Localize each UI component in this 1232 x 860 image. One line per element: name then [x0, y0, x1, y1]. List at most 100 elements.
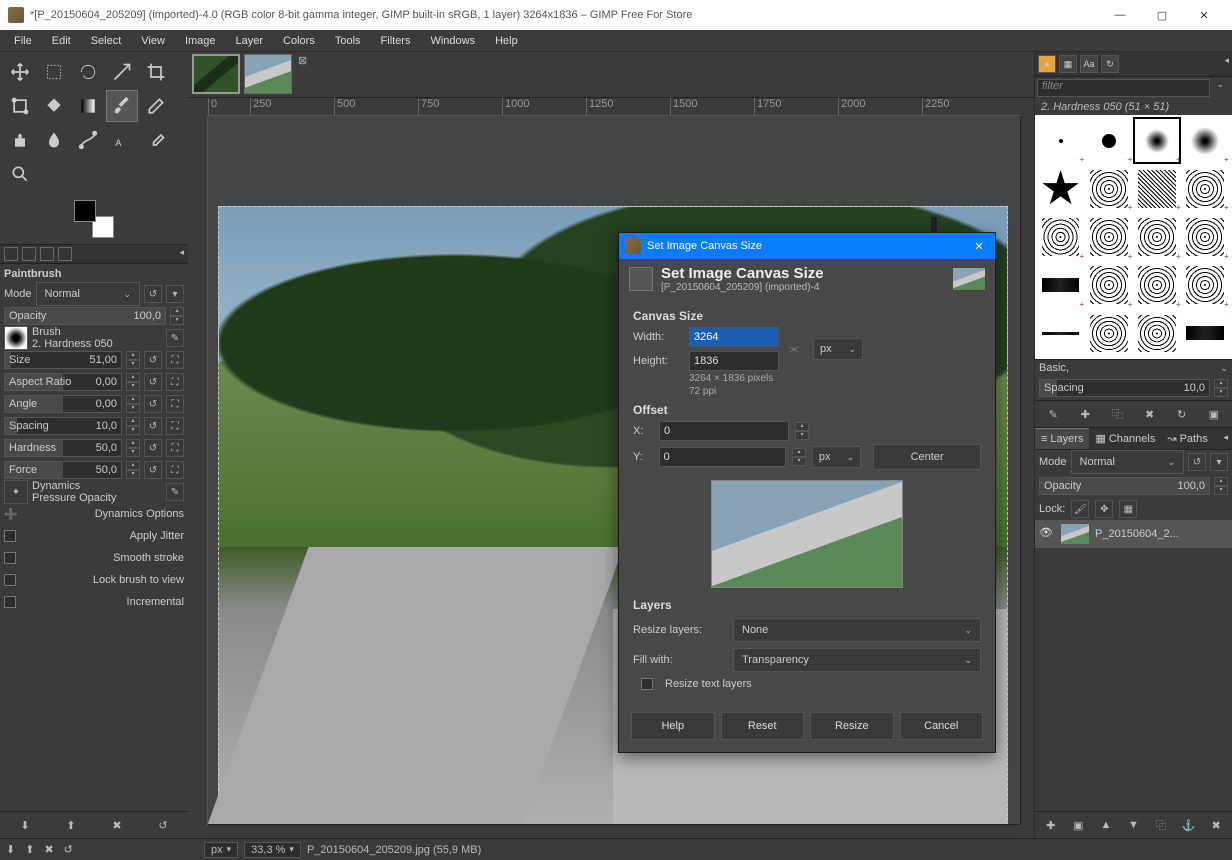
- hardness-reset-icon[interactable]: ↺: [144, 439, 162, 457]
- lock-position-icon[interactable]: ✥: [1095, 500, 1113, 518]
- move-tool[interactable]: [4, 56, 36, 88]
- y-input[interactable]: 0: [659, 447, 787, 467]
- lock-pixels-icon[interactable]: 🖌: [1071, 500, 1089, 518]
- images-tab-icon[interactable]: [58, 247, 72, 261]
- size-reset-icon[interactable]: ↺: [144, 351, 162, 369]
- brush-item[interactable]: +: [1182, 262, 1229, 309]
- new-brush-icon[interactable]: ✚: [1076, 405, 1094, 423]
- free-select-tool[interactable]: [72, 56, 104, 88]
- brush-item[interactable]: +: [1133, 262, 1180, 309]
- angle-link-icon[interactable]: ⛶: [166, 395, 184, 413]
- refresh-brush-icon[interactable]: ↻: [1173, 405, 1191, 423]
- brush-item[interactable]: +: [1037, 117, 1084, 164]
- brush-item[interactable]: +: [1182, 165, 1229, 212]
- layer-opacity-spinner[interactable]: ▴▾: [1214, 477, 1228, 495]
- brush-spacing-slider[interactable]: Spacing10,0: [1039, 379, 1210, 397]
- layer-mode-reset-icon[interactable]: ↺: [1188, 453, 1206, 471]
- paths-tab[interactable]: ↝Paths: [1161, 428, 1213, 449]
- crop-tool[interactable]: [140, 56, 172, 88]
- smudge-tool[interactable]: [38, 124, 70, 156]
- menu-select[interactable]: Select: [81, 32, 132, 50]
- fonts-tab-icon[interactable]: Aa: [1080, 55, 1098, 73]
- aspect-reset-icon[interactable]: ↺: [144, 373, 162, 391]
- save-opts-icon[interactable]: ⬇: [16, 816, 34, 834]
- width-input[interactable]: 3264: [689, 327, 779, 347]
- close-button[interactable]: ✕: [1184, 1, 1224, 29]
- brush-preset-label[interactable]: Basic,: [1039, 362, 1069, 374]
- patterns-tab-icon[interactable]: ▦: [1059, 55, 1077, 73]
- offset-unit-select[interactable]: px⌄: [812, 446, 861, 468]
- angle-spinner[interactable]: ▴▾: [126, 395, 140, 413]
- menu-layer[interactable]: Layer: [226, 32, 274, 50]
- x-input[interactable]: 0: [659, 421, 789, 441]
- aspect-spinner[interactable]: ▴▾: [126, 373, 140, 391]
- force-link-icon[interactable]: ⛶: [166, 461, 184, 479]
- layers-tab[interactable]: ≡Layers: [1035, 428, 1089, 449]
- size-slider[interactable]: Size51,00: [4, 351, 122, 369]
- lock-alpha-icon[interactable]: ▦: [1119, 500, 1137, 518]
- close-tab-icon[interactable]: ⊠: [298, 54, 307, 67]
- transform-tool[interactable]: [4, 90, 36, 122]
- edit-brush-icon[interactable]: ✎: [1044, 405, 1062, 423]
- menu-edit[interactable]: Edit: [42, 32, 81, 50]
- force-spinner[interactable]: ▴▾: [126, 461, 140, 479]
- menu-view[interactable]: View: [131, 32, 175, 50]
- brush-item[interactable]: +: [1133, 165, 1180, 212]
- status-reset-icon[interactable]: ↺: [64, 843, 73, 856]
- brush-item[interactable]: +: [1085, 213, 1132, 260]
- rect-select-tool[interactable]: [38, 56, 70, 88]
- menu-image[interactable]: Image: [175, 32, 226, 50]
- size-unit-select[interactable]: px⌄: [813, 338, 863, 360]
- menu-tools[interactable]: Tools: [325, 32, 371, 50]
- brushes-dock-menu-icon[interactable]: ◂: [1224, 55, 1229, 73]
- color-swatch[interactable]: [74, 200, 114, 238]
- incremental-checkbox[interactable]: [4, 596, 16, 608]
- layer-thumbnail[interactable]: [1061, 524, 1089, 544]
- device-tab-icon[interactable]: [22, 247, 36, 261]
- force-reset-icon[interactable]: ↺: [144, 461, 162, 479]
- hardness-link-icon[interactable]: ⛶: [166, 439, 184, 457]
- size-link-icon[interactable]: ⛶: [166, 351, 184, 369]
- brush-item[interactable]: +: [1133, 213, 1180, 260]
- menu-file[interactable]: File: [4, 32, 42, 50]
- delete-layer-icon[interactable]: ✖: [1207, 816, 1225, 834]
- aspect-slider[interactable]: Aspect Ratio0,00: [4, 373, 122, 391]
- dynamics-edit-icon[interactable]: ✎: [166, 483, 184, 501]
- scrollbar-horizontal[interactable]: [208, 824, 1020, 838]
- measure-tool[interactable]: [106, 56, 138, 88]
- resize-button[interactable]: Resize: [810, 712, 894, 740]
- expand-icon[interactable]: ➕: [4, 508, 18, 521]
- mode-menu-icon[interactable]: ▾: [166, 285, 184, 303]
- delete-opts-icon[interactable]: ✖: [108, 816, 126, 834]
- offset-preview[interactable]: [711, 480, 903, 588]
- brush-item[interactable]: [1182, 310, 1229, 357]
- fg-color[interactable]: [74, 200, 96, 222]
- bucket-fill-tool[interactable]: [38, 90, 70, 122]
- fill-with-select[interactable]: Transparency⌄: [733, 648, 981, 672]
- hardness-slider[interactable]: Hardness50,0: [4, 439, 122, 457]
- zoom-tool[interactable]: [4, 158, 36, 190]
- dup-layer-icon[interactable]: ⿻: [1152, 816, 1170, 834]
- minimize-button[interactable]: —: [1100, 1, 1140, 29]
- color-picker-tool[interactable]: [140, 124, 172, 156]
- zoom-select[interactable]: 33,3 %▾: [244, 842, 301, 858]
- angle-slider[interactable]: Angle0,00: [4, 395, 122, 413]
- layer-mode-select[interactable]: Normal⌄: [1071, 450, 1184, 474]
- hardness-spinner[interactable]: ▴▾: [126, 439, 140, 457]
- center-button[interactable]: Center: [873, 444, 981, 470]
- dynamics-icon[interactable]: ✦: [4, 480, 28, 504]
- spacing-link-icon[interactable]: ⛶: [166, 417, 184, 435]
- open-brush-icon[interactable]: ▣: [1205, 405, 1223, 423]
- status-del-icon[interactable]: ✖: [44, 843, 53, 856]
- layer-opacity-slider[interactable]: Opacity100,0: [1039, 477, 1210, 495]
- size-spinner[interactable]: ▴▾: [126, 351, 140, 369]
- force-slider[interactable]: Force50,0: [4, 461, 122, 479]
- paintbrush-tool[interactable]: [106, 90, 138, 122]
- image-tab-2[interactable]: [244, 54, 292, 94]
- status-save-icon[interactable]: ⬇: [6, 843, 15, 856]
- brush-item[interactable]: +: [1085, 262, 1132, 309]
- layers-dock-menu-icon[interactable]: ◂: [1219, 428, 1232, 449]
- layer-mode-menu-icon[interactable]: ▾: [1210, 453, 1228, 471]
- mode-reset-icon[interactable]: ↺: [144, 285, 162, 303]
- status-restore-icon[interactable]: ⬆: [25, 843, 34, 856]
